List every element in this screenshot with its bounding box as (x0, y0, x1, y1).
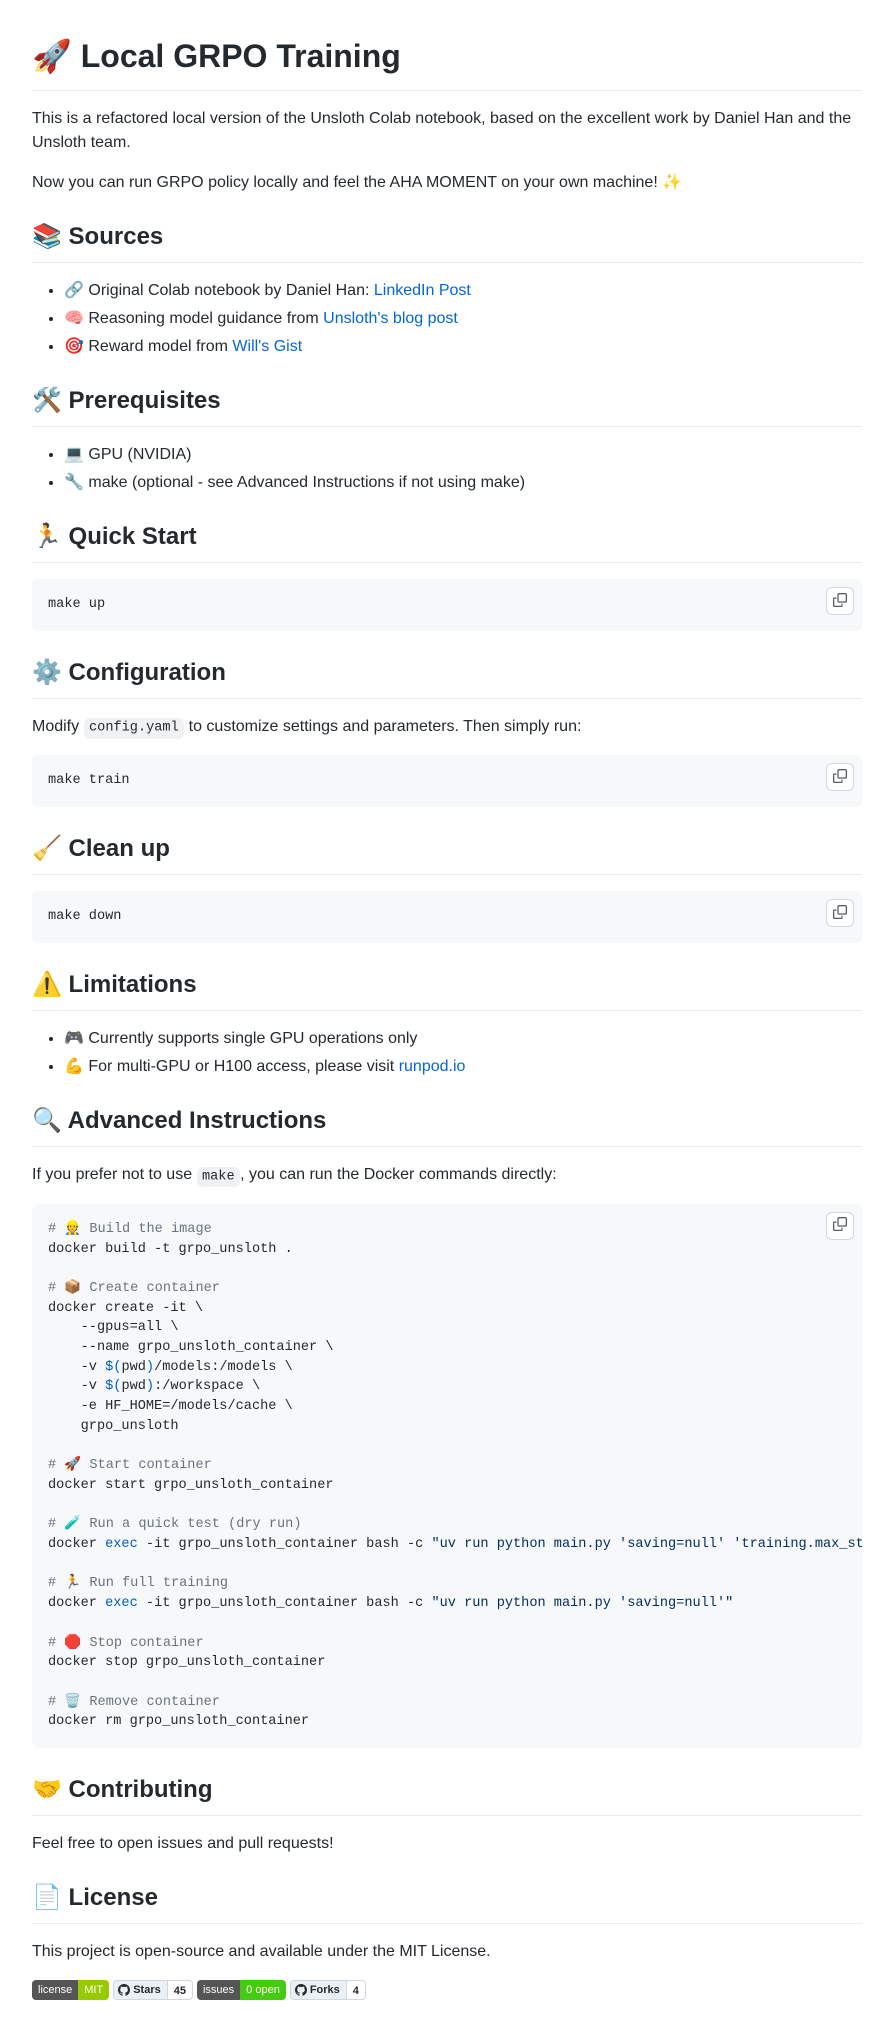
github-icon (118, 1984, 130, 1996)
source-text: 🎯 Reward model from (64, 338, 232, 355)
wills-gist-link[interactable]: Will's Gist (232, 338, 302, 355)
quick-start-heading: 🏃 Quick Start (32, 519, 862, 563)
code-text: make down (48, 909, 121, 924)
intro-paragraph-2: Now you can run GRPO policy locally and … (32, 171, 862, 195)
advanced-code: # 👷 Build the image docker build -t grpo… (32, 1204, 862, 1748)
copy-icon (833, 593, 847, 610)
quick-start-code: make up (32, 579, 862, 631)
limitations-heading: ⚠️ Limitations (32, 967, 862, 1011)
copy-icon (833, 905, 847, 922)
badge-value: 4 (346, 1981, 365, 1999)
copy-button[interactable] (826, 587, 854, 615)
list-item: 🧠 Reasoning model guidance from Unsloth'… (64, 307, 862, 331)
badge-value: MIT (78, 1980, 109, 2000)
limitations-list: 🎮 Currently supports single GPU operatio… (32, 1027, 862, 1079)
configuration-code: make train (32, 755, 862, 807)
badges-row: license MIT Stars 45 issues 0 open Forks… (32, 1980, 862, 2000)
code-text: make train (48, 773, 130, 788)
configuration-heading: ⚙️ Configuration (32, 655, 862, 699)
sources-heading: 📚 Sources (32, 219, 862, 263)
text-segment: 💪 For multi-GPU or H100 access, please v… (64, 1058, 399, 1075)
badge-label: Stars (114, 1981, 167, 1999)
badge-label: issues (197, 1980, 240, 2000)
contributing-text: Feel free to open issues and pull reques… (32, 1832, 862, 1856)
copy-button[interactable] (826, 1212, 854, 1240)
cleanup-code: make down (32, 891, 862, 943)
github-icon (295, 1984, 307, 1996)
code-text: make up (48, 597, 105, 612)
list-item: 💪 For multi-GPU or H100 access, please v… (64, 1055, 862, 1079)
source-text: 🔗 Original Colab notebook by Daniel Han: (64, 282, 374, 299)
stars-badge[interactable]: Stars 45 (113, 1980, 193, 2000)
badge-value: 0 open (240, 1980, 286, 2000)
copy-icon (833, 1217, 847, 1234)
copy-icon (833, 769, 847, 786)
prerequisites-list: 💻 GPU (NVIDIA) 🔧 make (optional - see Ad… (32, 443, 862, 495)
list-item: 💻 GPU (NVIDIA) (64, 443, 862, 467)
copy-button[interactable] (826, 763, 854, 791)
license-heading: 📄 License (32, 1880, 862, 1924)
list-item: 🎮 Currently supports single GPU operatio… (64, 1027, 862, 1051)
intro-paragraph-1: This is a refactored local version of th… (32, 107, 862, 155)
config-yaml-code: config.yaml (84, 718, 185, 738)
source-text: 🧠 Reasoning model guidance from (64, 310, 323, 327)
badge-value: 45 (167, 1981, 192, 1999)
badge-label: Forks (291, 1981, 346, 1999)
contributing-heading: 🤝 Contributing (32, 1772, 862, 1816)
text-segment: If you prefer not to use (32, 1166, 197, 1183)
sources-list: 🔗 Original Colab notebook by Daniel Han:… (32, 279, 862, 359)
advanced-heading: 🔍 Advanced Instructions (32, 1103, 862, 1147)
advanced-text: If you prefer not to use make, you can r… (32, 1163, 862, 1187)
configuration-text: Modify config.yaml to customize settings… (32, 715, 862, 739)
text-segment: to customize settings and parameters. Th… (184, 718, 581, 735)
text-segment: Modify (32, 718, 84, 735)
badge-label: license (32, 1980, 78, 2000)
list-item: 🔗 Original Colab notebook by Daniel Han:… (64, 279, 862, 303)
cleanup-heading: 🧹 Clean up (32, 831, 862, 875)
license-badge[interactable]: license MIT (32, 1980, 109, 2000)
license-text: This project is open-source and availabl… (32, 1940, 862, 1964)
prerequisites-heading: 🛠️ Prerequisites (32, 383, 862, 427)
page-title: 🚀 Local GRPO Training (32, 32, 862, 91)
text-segment: , you can run the Docker commands direct… (240, 1166, 557, 1183)
forks-badge[interactable]: Forks 4 (290, 1980, 366, 2000)
linkedin-link[interactable]: LinkedIn Post (374, 282, 471, 299)
copy-button[interactable] (826, 899, 854, 927)
issues-badge[interactable]: issues 0 open (197, 1980, 286, 2000)
runpod-link[interactable]: runpod.io (399, 1058, 466, 1075)
make-code: make (197, 1167, 241, 1187)
list-item: 🔧 make (optional - see Advanced Instruct… (64, 471, 862, 495)
list-item: 🎯 Reward model from Will's Gist (64, 335, 862, 359)
unsloth-blog-link[interactable]: Unsloth's blog post (323, 310, 458, 327)
code-text: # 👷 Build the image docker build -t grpo… (48, 1220, 846, 1732)
